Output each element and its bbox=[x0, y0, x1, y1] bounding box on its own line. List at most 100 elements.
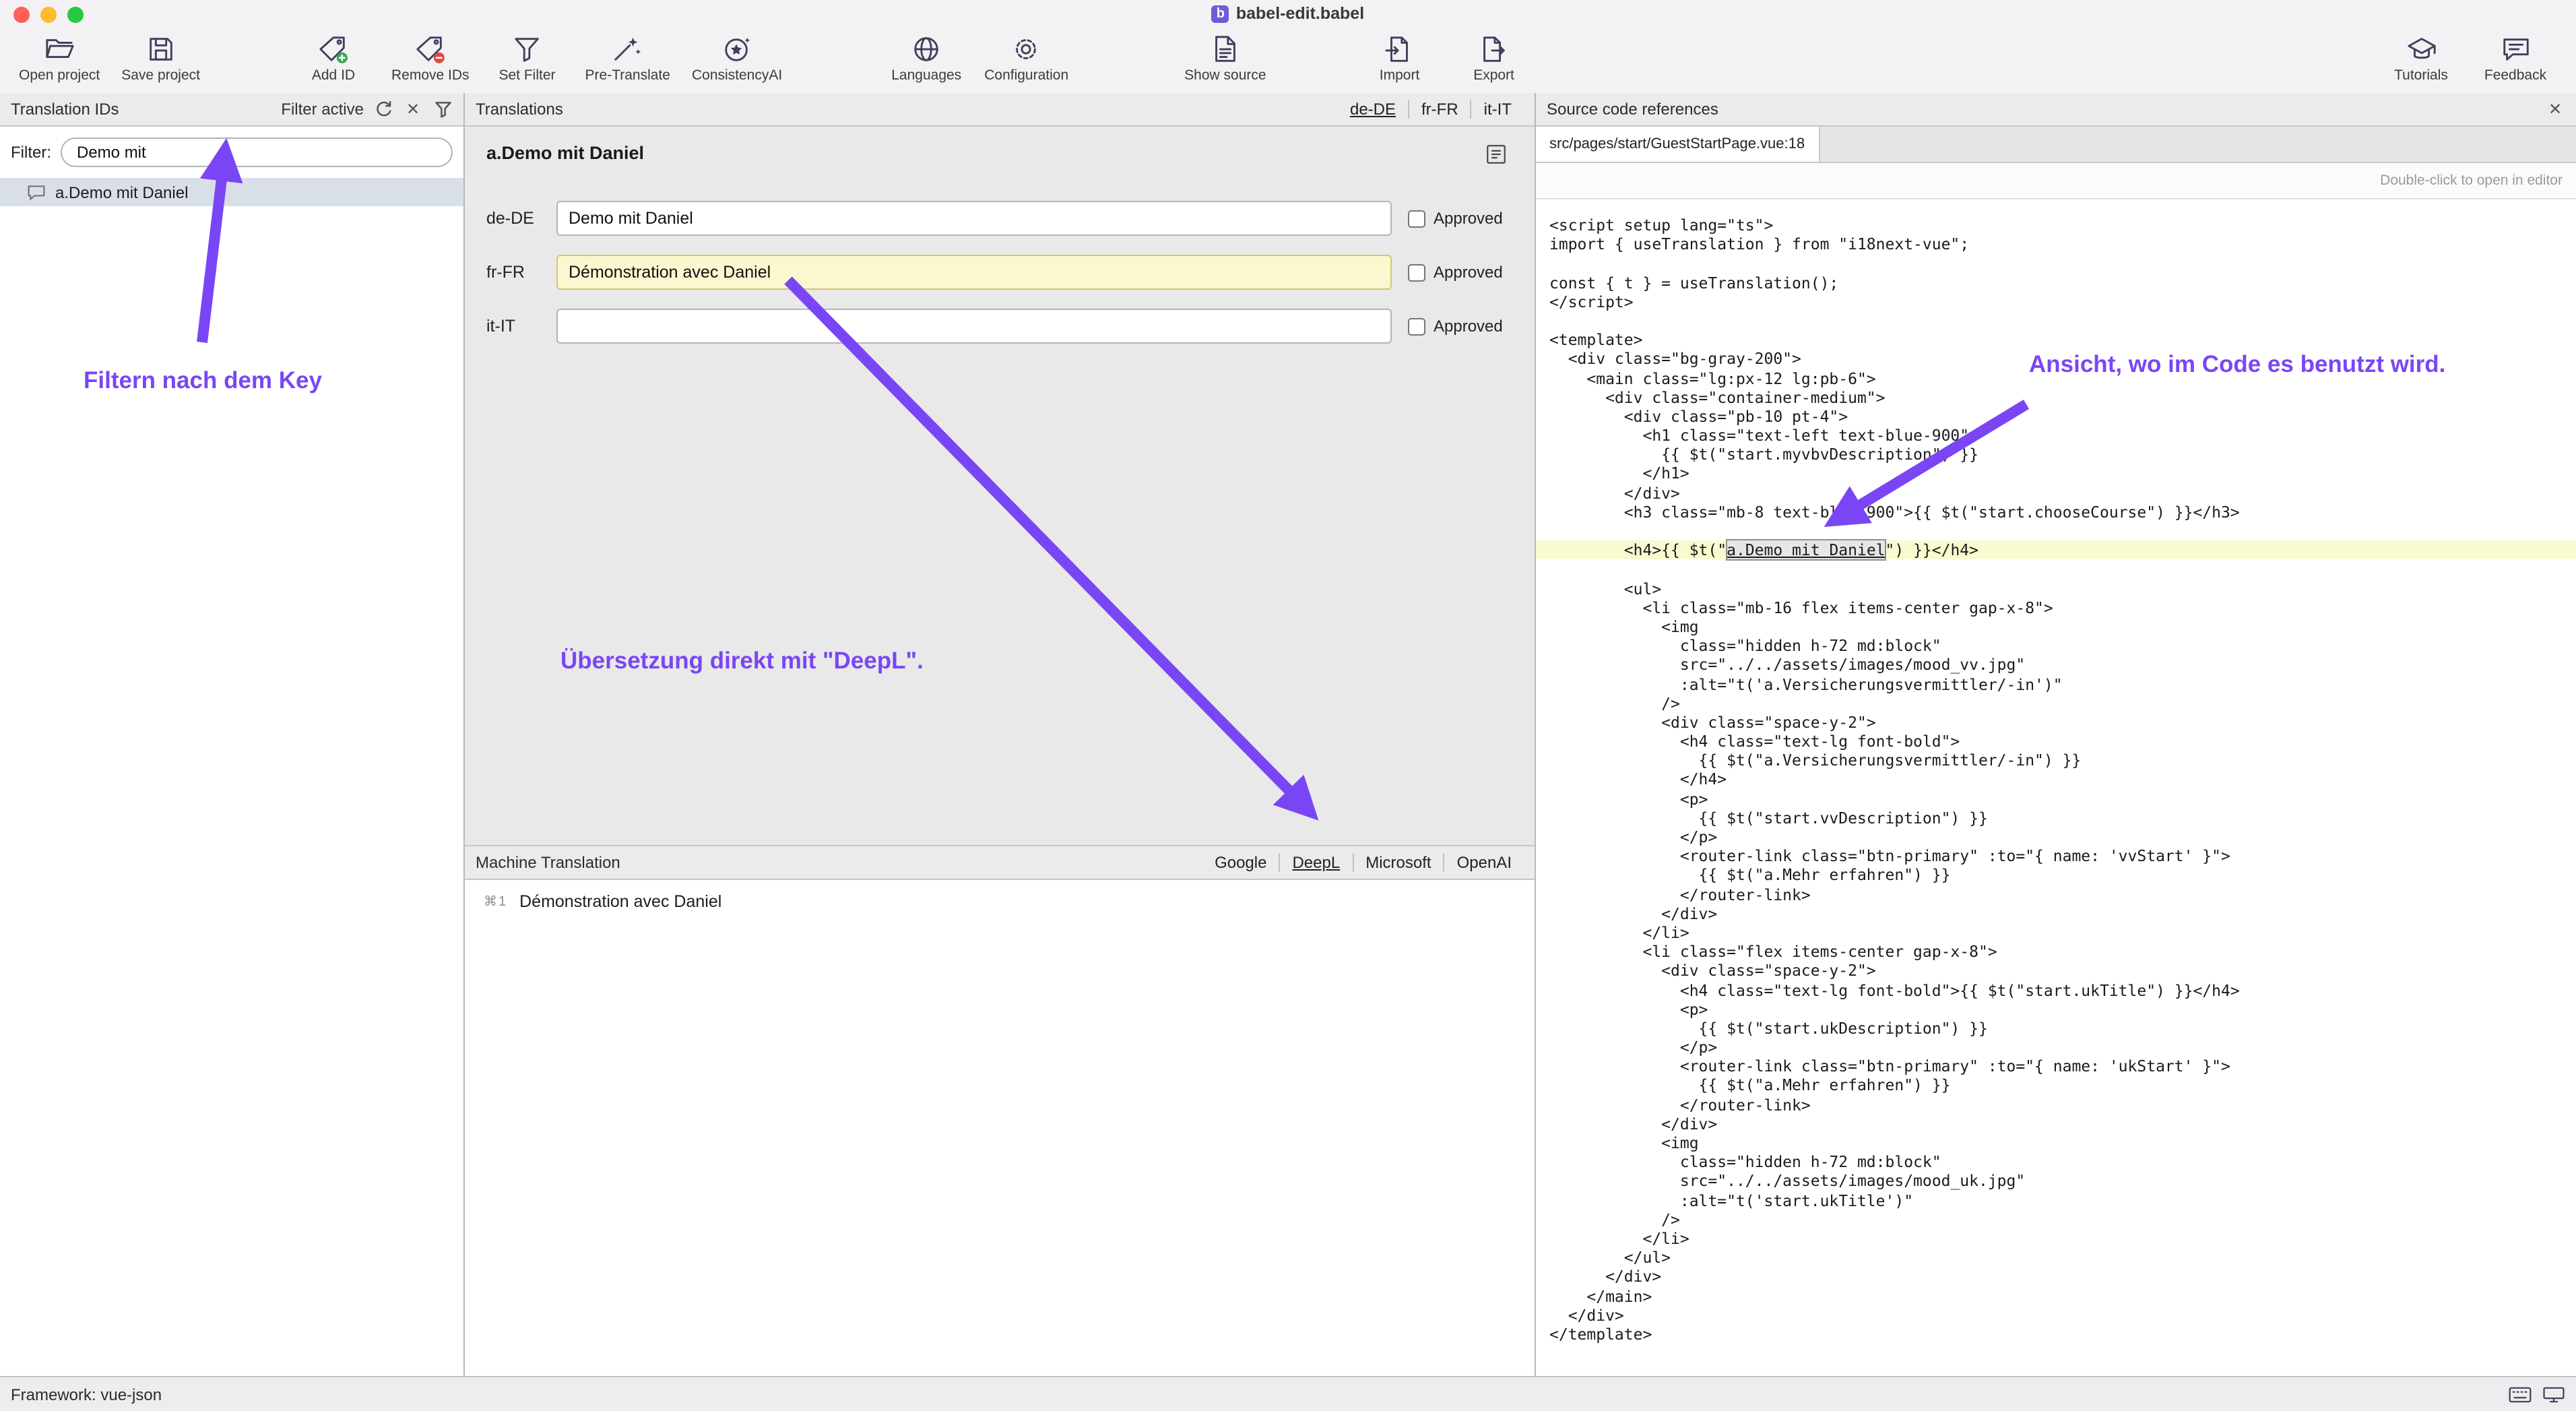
keyboard-shortcuts-icon[interactable] bbox=[2509, 1385, 2532, 1404]
code-line: <h4>{{ $t("a.Demo mit Daniel") }}</h4> bbox=[1536, 540, 2576, 559]
code-line: <h3 class="mb-8 text-blue-900">{{ $t("st… bbox=[1536, 503, 2576, 522]
code-line: src="../../assets/images/mood_vv.jpg" bbox=[1536, 656, 2576, 675]
code-line bbox=[1536, 254, 2576, 273]
filter-row: Filter: bbox=[0, 127, 463, 175]
code-line: :alt="t('a.Versicherungsvermittler/-in')… bbox=[1536, 675, 2576, 693]
filter-icon bbox=[512, 32, 543, 65]
toolbar-set-filter[interactable]: Set Filter bbox=[480, 30, 575, 86]
export-icon bbox=[1479, 32, 1510, 65]
toolbar-export[interactable]: Export bbox=[1447, 30, 1541, 86]
toolbar-label: ConsistencyAI bbox=[692, 67, 782, 84]
source-file-tab[interactable]: src/pages/start/GuestStartPage.vue:18 bbox=[1536, 127, 1820, 162]
approved-checkbox-de-DE[interactable] bbox=[1408, 210, 1425, 227]
translations-editor: a.Demo mit Daniel de-DE Approved fr-FR A… bbox=[465, 127, 1535, 846]
toolbar-label: Show source bbox=[1184, 67, 1266, 84]
close-panel-icon[interactable]: ✕ bbox=[2545, 99, 2565, 119]
consistency-ai-icon bbox=[721, 32, 752, 65]
toolbar-configuration[interactable]: Configuration bbox=[973, 30, 1079, 86]
language-tab-it-IT[interactable]: it-IT bbox=[1471, 100, 1524, 119]
code-line: :alt="t('start.ukTitle')" bbox=[1536, 1191, 2576, 1210]
code-line: class="hidden h-72 md:block" bbox=[1536, 1152, 2576, 1171]
app-icon: b bbox=[1212, 5, 1229, 22]
filter-input[interactable] bbox=[61, 137, 453, 167]
refresh-icon[interactable] bbox=[373, 99, 393, 119]
code-line: <div class="pb-10 pt-4"> bbox=[1536, 407, 2576, 426]
translation-input-fr-FR[interactable] bbox=[556, 255, 1392, 290]
toolbar-pre-translate[interactable]: Pre-Translate bbox=[575, 30, 681, 86]
editor-hint-bar: Double-click to open in editor bbox=[1536, 163, 2576, 199]
code-line: </script> bbox=[1536, 292, 2576, 311]
toolbar-save-project[interactable]: Save project bbox=[110, 30, 211, 86]
code-line: </li> bbox=[1536, 1229, 2576, 1248]
mt-provider-deepl[interactable]: DeepL bbox=[1279, 853, 1352, 872]
toolbar-label: Open project bbox=[19, 67, 100, 84]
toolbar-tutorials[interactable]: Tutorials bbox=[2374, 30, 2468, 86]
display-mode-icon[interactable] bbox=[2542, 1385, 2565, 1404]
toolbar-add-id[interactable]: Add ID bbox=[286, 30, 381, 86]
code-line: <h4 class="text-lg font-bold">{{ $t("sta… bbox=[1536, 980, 2576, 999]
code-line: /> bbox=[1536, 693, 2576, 712]
approved-group: Approved bbox=[1408, 317, 1503, 336]
code-line: {{ $t("start.ukDescription") }} bbox=[1536, 1019, 2576, 1038]
language-tab-de-DE[interactable]: de-DE bbox=[1338, 100, 1408, 119]
wand-icon bbox=[612, 32, 643, 65]
language-tab-fr-FR[interactable]: fr-FR bbox=[1408, 100, 1471, 119]
toolbar-show-source[interactable]: Show source bbox=[1173, 30, 1277, 86]
mt-provider-openai[interactable]: OpenAI bbox=[1444, 853, 1524, 872]
code-line bbox=[1536, 522, 2576, 540]
code-lines[interactable]: <script setup lang="ts">import { useTran… bbox=[1536, 199, 2576, 1376]
tag-remove-icon bbox=[415, 32, 446, 65]
code-line: </p> bbox=[1536, 1038, 2576, 1057]
translation-row-fr-FR: fr-FR Approved bbox=[486, 245, 1508, 299]
translations-title: Translations bbox=[476, 100, 563, 119]
translation-ids-title: Translation IDs bbox=[11, 100, 119, 119]
toolbar-languages[interactable]: Languages bbox=[879, 30, 973, 86]
toolbar-label: Feedback bbox=[2484, 67, 2546, 84]
editor-hint-text: Double-click to open in editor bbox=[2380, 173, 2563, 189]
filter-label: Filter: bbox=[11, 143, 51, 162]
toolbar-consistency-ai[interactable]: ConsistencyAI bbox=[681, 30, 793, 86]
toolbar-label: Pre-Translate bbox=[585, 67, 670, 84]
mt-suggestion-row[interactable]: ⌘1 Démonstration avec Daniel bbox=[484, 892, 1535, 911]
toolbar-remove-ids[interactable]: Remove IDs bbox=[381, 30, 480, 86]
toolbar-open-project[interactable]: Open project bbox=[8, 30, 110, 86]
translation-input-de-DE[interactable] bbox=[556, 201, 1392, 236]
approved-label: Approved bbox=[1434, 209, 1503, 228]
toolbar-feedback[interactable]: Feedback bbox=[2468, 30, 2563, 86]
code-line: {{ $t("a.Mehr erfahren") }} bbox=[1536, 866, 2576, 885]
mt-provider-google[interactable]: Google bbox=[1202, 853, 1279, 872]
approved-group: Approved bbox=[1408, 263, 1503, 282]
tag-add-icon bbox=[318, 32, 349, 65]
code-line: /> bbox=[1536, 1210, 2576, 1229]
code-line bbox=[1536, 560, 2576, 579]
approved-checkbox-fr-FR[interactable] bbox=[1408, 263, 1425, 281]
translation-id-item[interactable]: a.Demo mit Daniel bbox=[0, 178, 463, 206]
translation-key-token[interactable]: a.Demo mit Daniel bbox=[1727, 540, 1885, 559]
save-icon bbox=[146, 32, 176, 65]
folder-open-icon bbox=[44, 32, 75, 65]
toolbar-label: Tutorials bbox=[2394, 67, 2448, 84]
code-line: </div> bbox=[1536, 1115, 2576, 1133]
code-line: import { useTranslation } from "i18next-… bbox=[1536, 234, 2576, 253]
source-references-panel: Source code references ✕ src/pages/start… bbox=[1536, 93, 2576, 1376]
code-line: class="hidden h-72 md:block" bbox=[1536, 636, 2576, 655]
code-line: </h1> bbox=[1536, 464, 2576, 483]
code-line: </p> bbox=[1536, 827, 2576, 846]
mt-provider-microsoft[interactable]: Microsoft bbox=[1352, 853, 1443, 872]
translation-id-label: a.Demo mit Daniel bbox=[55, 183, 188, 201]
row-language-label: it-IT bbox=[486, 317, 556, 336]
code-line: <li class="mb-16 flex items-center gap-x… bbox=[1536, 598, 2576, 617]
row-language-label: fr-FR bbox=[486, 263, 556, 282]
approved-checkbox-it-IT[interactable] bbox=[1408, 317, 1425, 335]
code-line: {{ $t("start.vvDescription") }} bbox=[1536, 809, 2576, 827]
approved-label: Approved bbox=[1434, 317, 1503, 336]
code-line: <template> bbox=[1536, 330, 2576, 349]
translation-input-it-IT[interactable] bbox=[556, 309, 1392, 344]
filter-funnel-icon[interactable] bbox=[432, 99, 453, 119]
comment-note-icon[interactable] bbox=[1485, 143, 1508, 173]
toolbar-import[interactable]: Import bbox=[1353, 30, 1447, 86]
clear-filter-icon[interactable]: ✕ bbox=[403, 99, 423, 119]
translation-ids-header: Translation IDs Filter active ✕ bbox=[0, 93, 463, 127]
code-line: {{ $t("start.myvbvDescription") }} bbox=[1536, 445, 2576, 464]
translation-row-it-IT: it-IT Approved bbox=[486, 299, 1508, 353]
